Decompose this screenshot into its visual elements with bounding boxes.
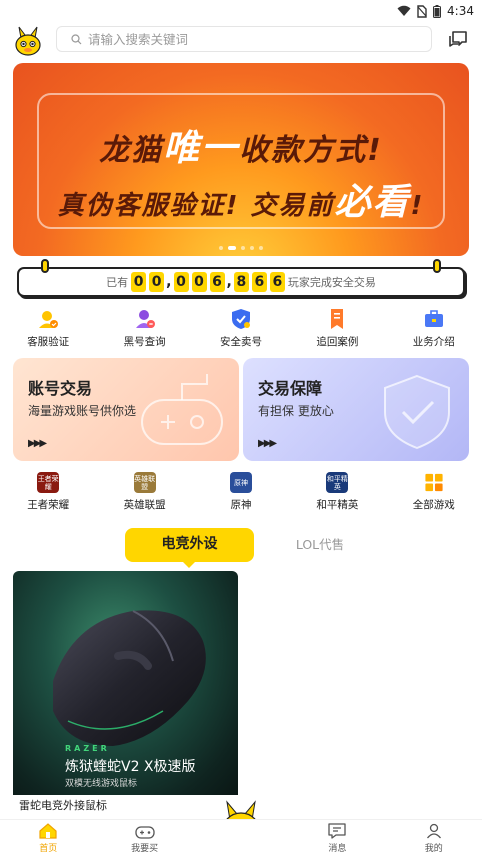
product-card[interactable]: RAZER 炼狱蝰蛇V2 X极速版 双模无线游戏鼠标 雷蛇电竞外接鼠标 [13,571,238,816]
counter-digit: 6 [269,272,285,292]
tab-lol-consignment[interactable]: LOL代售 [290,528,350,562]
card-title: 账号交易 [28,379,93,398]
banner-pagination [13,246,469,250]
home-icon [39,823,57,839]
card-subtitle: 海量游戏账号供你选 [28,404,137,418]
banner-line-1: 龙猫唯一收款方式! [99,128,383,169]
bookmark-icon [331,309,344,329]
status-time: 4:34 [447,4,474,18]
top-bar [0,22,482,60]
service-verify-icon [39,311,59,328]
product-image-title: 炼狱蝰蛇V2 X极速版 [65,759,196,775]
gamepad-icon [134,826,155,839]
triple-arrow-icon: ▶▶▶ [258,438,277,449]
battery-icon [433,4,442,18]
nav-profile[interactable]: 我的 [386,820,482,858]
quick-link-service-verify[interactable]: 客服验证 [0,308,96,350]
triple-arrow-icon: ▶▶▶ [28,438,47,449]
account-trade-card[interactable]: 账号交易 海量游戏账号供你选 ▶▶▶ [13,358,239,461]
product-brand: RAZER [65,744,110,753]
quick-link-business-intro[interactable]: 业务介绍 [386,308,482,350]
quick-link-safe-sell[interactable]: 安全卖号 [193,308,289,350]
nav-messages[interactable]: 消息 [289,820,385,858]
wifi-icon [397,5,411,16]
card-subtitle: 有担保 更放心 [258,404,334,418]
trade-counter: 已有 0 0 , 0 0 6 , 8 6 6 玩家完成安全交易 [17,259,465,297]
counter-digit: 6 [251,272,267,292]
game-item-genshin[interactable]: 原神 原神 [193,472,289,512]
game-item-honor-of-kings[interactable]: 王者荣耀 王者荣耀 [0,472,96,512]
nav-buy[interactable]: 我要买 [96,820,192,858]
counter-digit: 8 [233,272,249,292]
shield-check-icon [384,374,450,450]
search-icon [71,33,82,44]
trade-guarantee-card[interactable]: 交易保障 有担保 更放心 ▶▶▶ [243,358,469,461]
game-categories: 王者荣耀 王者荣耀 英雄联盟 英雄联盟 原神 原神 和平精英 和平精英 全部游戏 [0,472,482,512]
gamepad-icon [141,374,223,445]
game-item-peacekeeper-elite[interactable]: 和平精英 和平精英 [289,472,385,512]
nav-home[interactable]: 首页 [0,820,96,858]
counter-digit: 0 [173,272,189,292]
message-icon [328,823,347,839]
game-item-league-of-legends[interactable]: 英雄联盟 英雄联盟 [96,472,192,512]
bottom-navigation: 首页 我要买 消息 我的 [0,819,482,858]
promo-banner[interactable]: 龙猫唯一收款方式! 真伪客服验证! 交易前必看! [13,63,469,256]
briefcase-icon [424,310,443,327]
league-of-legends-icon: 英雄联盟 [133,472,156,493]
counter-suffix: 玩家完成安全交易 [287,276,376,289]
nav-sell-spacer [193,820,289,858]
peacekeeper-elite-icon: 和平精英 [326,472,349,493]
quick-link-recovery-cases[interactable]: 追回案例 [289,308,385,350]
genshin-icon: 原神 [229,472,252,493]
product-image-subtitle: 双模无线游戏鼠标 [65,779,138,789]
status-bar: 4:34 [0,0,482,22]
user-icon [426,823,441,839]
counter-digit: 6 [209,272,225,292]
product-image: RAZER 炼狱蝰蛇V2 X极速版 双模无线游戏鼠标 [13,571,238,795]
pin-icon [433,259,441,273]
grid-icon [425,473,443,492]
pin-icon [41,259,49,273]
search-input[interactable] [88,31,408,47]
banner-line-2: 真伪客服验证! 交易前必看! [57,182,425,223]
no-sim-icon [417,4,427,18]
honor-of-kings-icon: 王者荣耀 [37,472,60,493]
card-title: 交易保障 [258,379,323,398]
search-box[interactable] [56,26,432,52]
counter-digit: 0 [191,272,207,292]
shield-icon [231,309,250,329]
product-tabs: 电竞外设 LOL代售 [0,528,482,568]
game-item-all-games[interactable]: 全部游戏 [386,472,482,512]
product-caption: 雷蛇电竞外接鼠标 [19,799,107,812]
app-logo-icon[interactable] [14,26,42,56]
quick-link-blacklist[interactable]: 黑号查询 [96,308,192,350]
tab-esports-peripherals[interactable]: 电竞外设 [125,528,254,568]
counter-prefix: 已有 [106,276,129,289]
quick-links: 客服验证 黑号查询 安全卖号 追回案例 业务介绍 [0,308,482,350]
blacklist-user-icon [135,310,155,328]
counter-digit: 0 [131,272,147,292]
chat-bubbles-icon[interactable] [447,28,469,50]
counter-digit: 0 [149,272,165,292]
